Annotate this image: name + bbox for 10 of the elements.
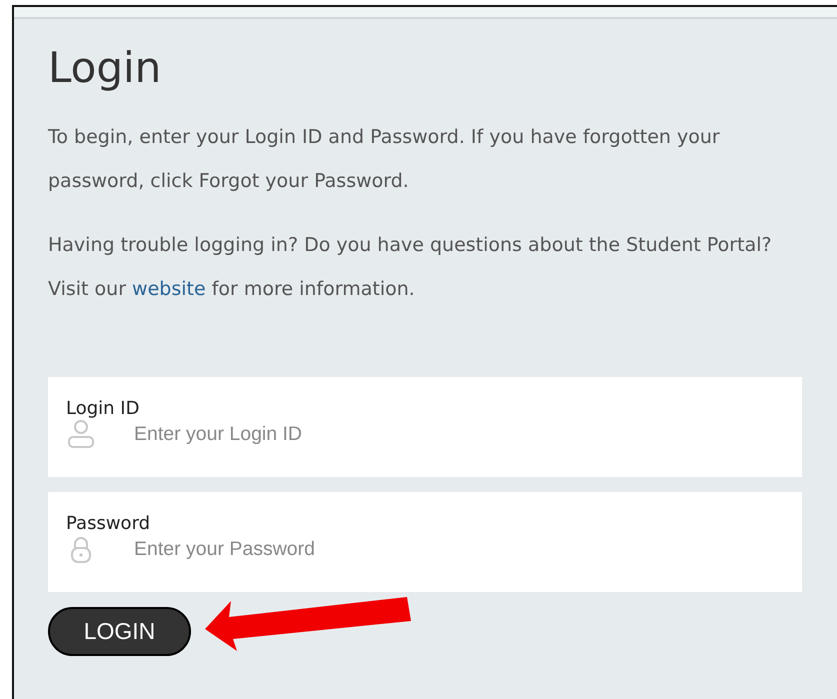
help-text: Having trouble logging in? Do you have questions about the Student Portal? Visit our website for more information. (48, 233, 773, 302)
input-field[interactable]: Enter your Password (134, 538, 734, 561)
field-label: Password (66, 514, 152, 534)
intro-text: To begin, enter your Login ID and Password. If you have forgotten your password, click Forgot your Password. (48, 125, 721, 194)
website-link[interactable]: website (132, 278, 206, 300)
page-title: Login (48, 43, 162, 94)
user-icon (66, 419, 96, 450)
input-field[interactable]: Enter your Login ID (134, 422, 734, 446)
login-button[interactable]: LOGIN (48, 607, 191, 656)
field-label: Login ID (66, 399, 140, 420)
